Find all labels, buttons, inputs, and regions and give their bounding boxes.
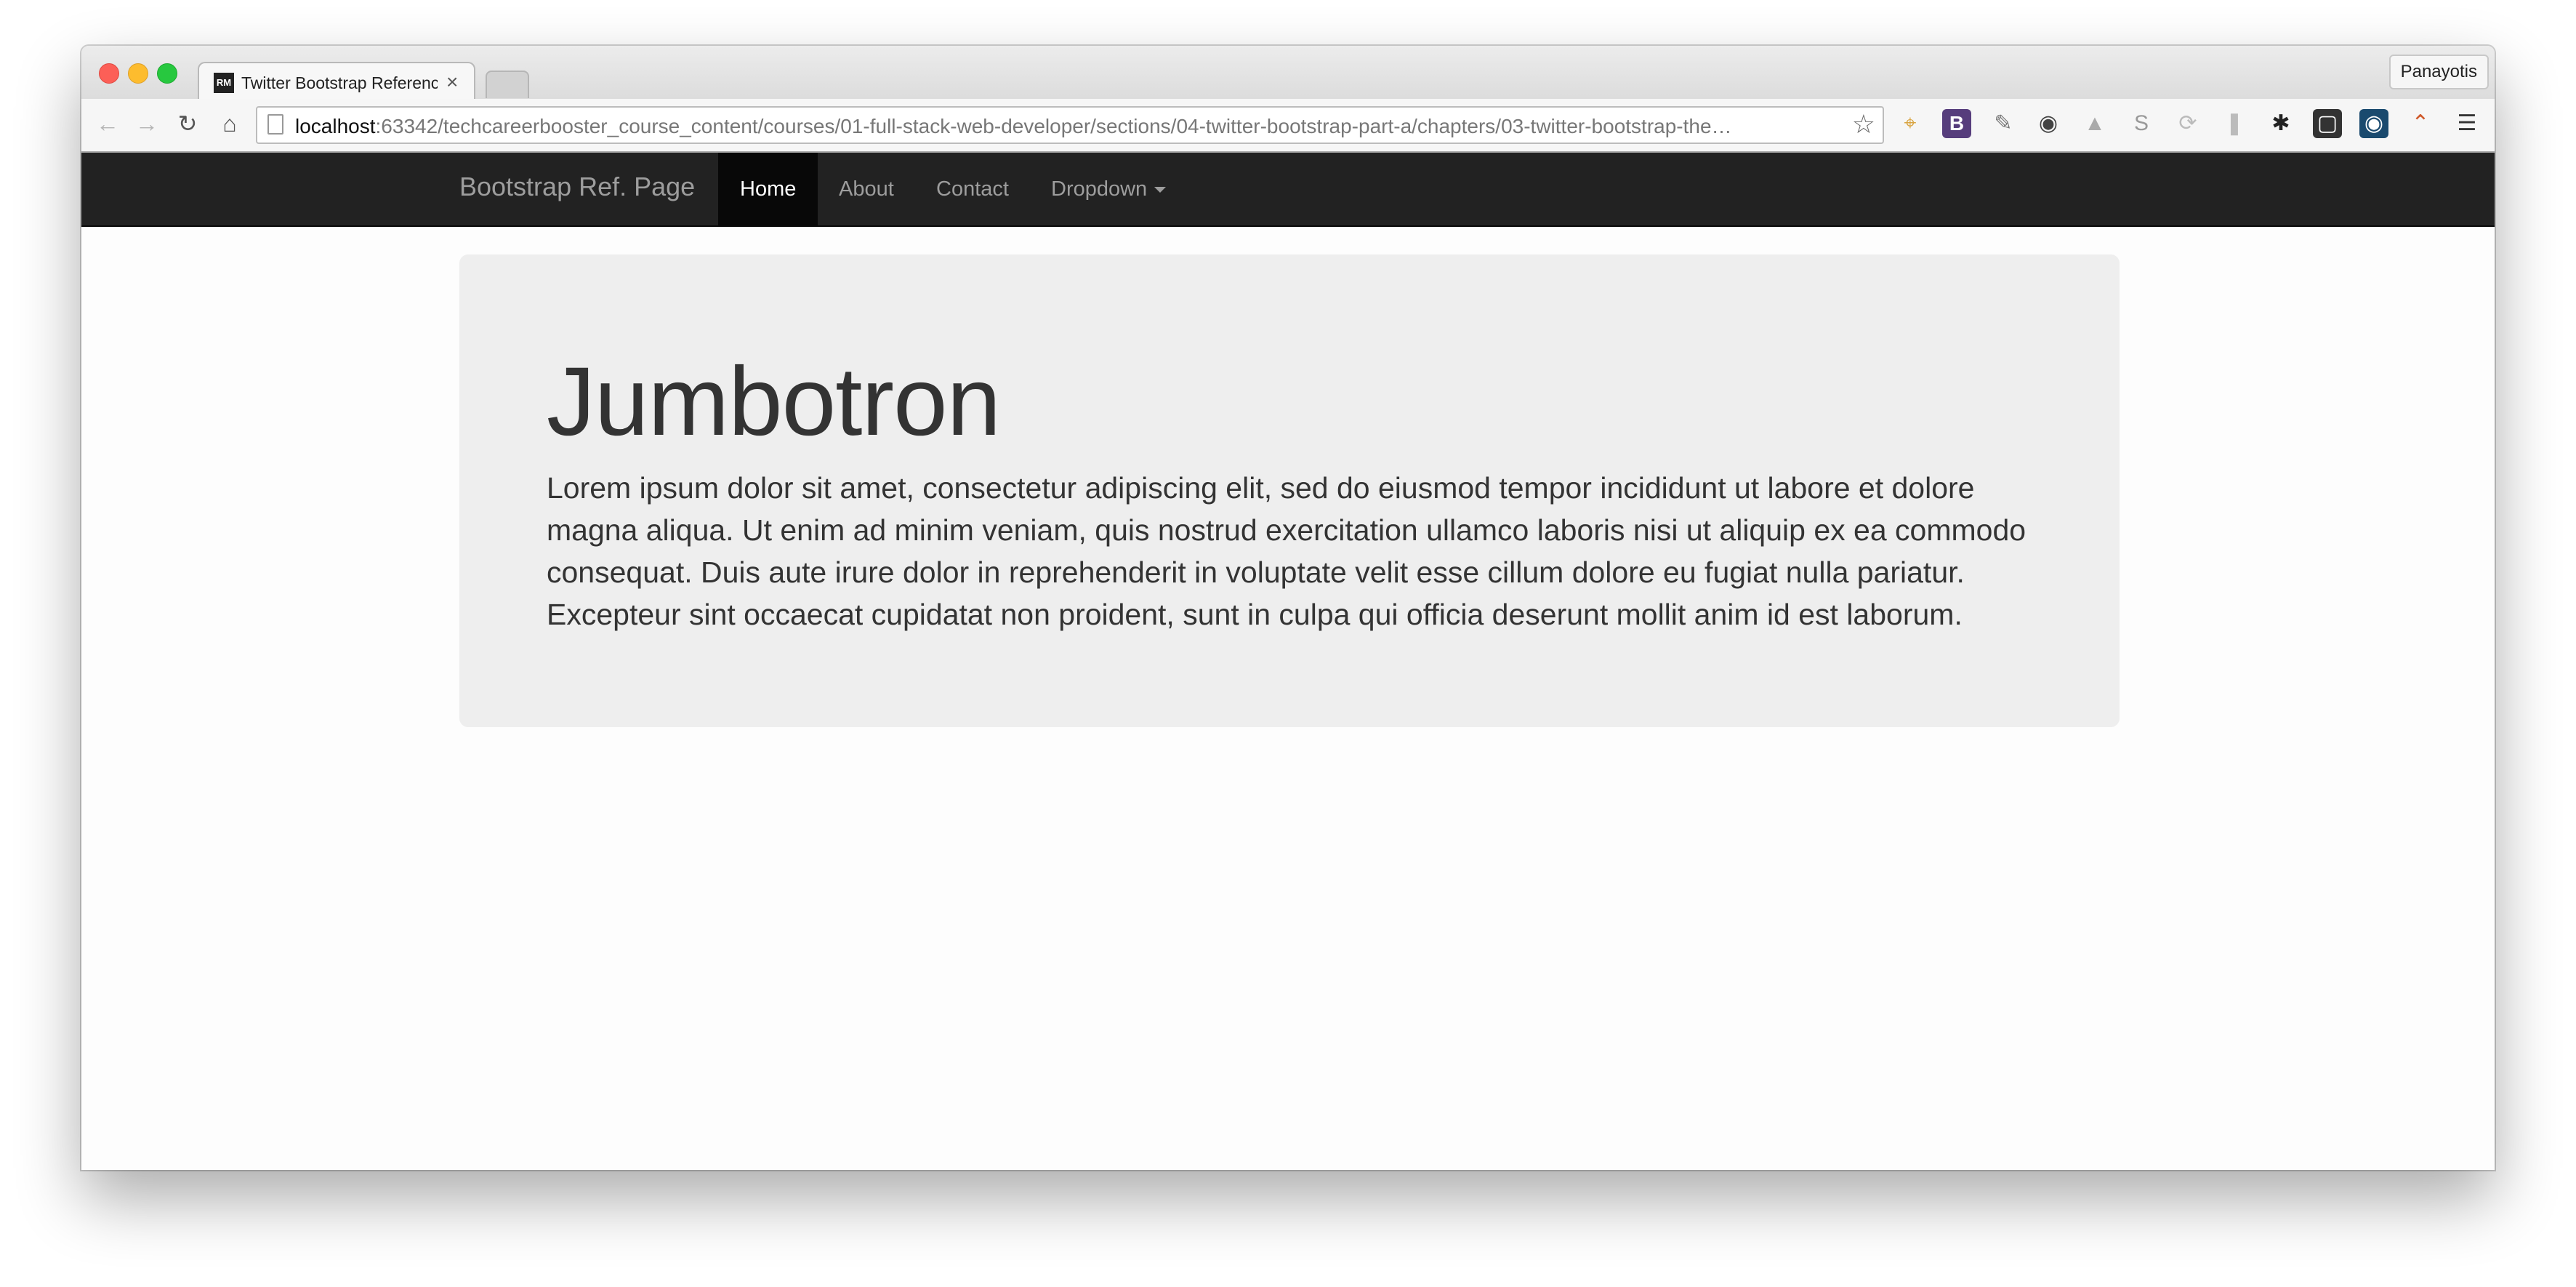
window-maximize-button[interactable] [157, 63, 177, 84]
tab-title: Twitter Bootstrap Reference [241, 73, 438, 92]
web-page: Bootstrap Ref. Page Home About Contact D… [81, 153, 2495, 1170]
nav-item-about[interactable]: About [817, 153, 916, 225]
nav-item-dropdown[interactable]: Dropdown [1029, 153, 1188, 225]
ruler-extension-icon[interactable]: ⌖ [1896, 109, 1925, 138]
chart-extension-icon[interactable]: ⌃ [2406, 109, 2435, 138]
nav-item-contact[interactable]: Contact [914, 153, 1031, 225]
settings-extension-icon[interactable]: ✱ [2266, 109, 2295, 138]
browser-toolbar: ← → ↻ ⌂ localhost:63342/techcareerbooste… [81, 99, 2495, 153]
navbar: Bootstrap Ref. Page Home About Contact D… [81, 153, 2495, 227]
new-tab-button[interactable] [486, 71, 529, 98]
jumbotron-text: Lorem ipsum dolor sit amet, consectetur … [547, 471, 2026, 631]
browser-tab[interactable]: RM Twitter Bootstrap Reference × [198, 62, 475, 100]
pause-extension-icon[interactable]: ❚ [2220, 109, 2249, 138]
nav-item-label: About [839, 177, 894, 201]
skype-extension-icon[interactable]: S [2127, 109, 2156, 138]
page-icon [267, 114, 283, 135]
screenshot-extension-icon[interactable]: ▢ [2313, 109, 2342, 138]
sitemap-extension-icon[interactable]: ▲ [2080, 109, 2109, 138]
bootstrap-extension-icon[interactable]: B [1942, 109, 1971, 138]
reload-icon[interactable]: ↻ [172, 108, 204, 140]
url-path: :63342/techcareerbooster_course_content/… [375, 115, 1732, 137]
profile-button[interactable]: Panayotis [2388, 55, 2489, 89]
jumbotron: Jumbotron Lorem ipsum dolor sit amet, co… [459, 254, 2120, 727]
url-text[interactable]: localhost:63342/techcareerbooster_course… [295, 115, 1829, 138]
favicon-icon: RM [214, 73, 234, 93]
back-arrow-icon[interactable]: ← [92, 108, 124, 140]
caret-down-icon [1154, 187, 1167, 193]
jumbotron-title: Jumbotron [547, 348, 1001, 456]
forward-arrow-icon[interactable]: → [131, 108, 163, 140]
nav-item-label: Home [740, 177, 797, 201]
close-tab-icon[interactable]: × [446, 71, 458, 94]
webapp-extension-icon[interactable]: ◉ [2359, 109, 2388, 138]
url-host: localhost [295, 115, 376, 137]
menu-icon[interactable]: ☰ [2452, 109, 2482, 138]
home-icon[interactable]: ⌂ [214, 108, 246, 140]
eyedropper-extension-icon[interactable]: ✎ [1989, 109, 2018, 138]
nav-item-home[interactable]: Home [718, 153, 818, 225]
navbar-brand[interactable]: Bootstrap Ref. Page [459, 172, 695, 202]
window-close-button[interactable] [99, 63, 119, 84]
refresh-extension-icon[interactable]: ⟳ [2173, 109, 2202, 138]
nav-item-label: Dropdown [1051, 177, 1148, 201]
window-minimize-button[interactable] [128, 63, 148, 84]
address-bar[interactable]: localhost:63342/techcareerbooster_course… [256, 106, 1884, 144]
star-icon[interactable]: ☆ [1852, 109, 1875, 140]
evernote-extension-icon[interactable]: ◉ [2034, 109, 2063, 138]
nav-item-label: Contact [936, 177, 1009, 201]
browser-window: RM Twitter Bootstrap Reference × Panayot… [81, 46, 2495, 1170]
tab-strip: RM Twitter Bootstrap Reference × Panayot… [81, 46, 2495, 100]
